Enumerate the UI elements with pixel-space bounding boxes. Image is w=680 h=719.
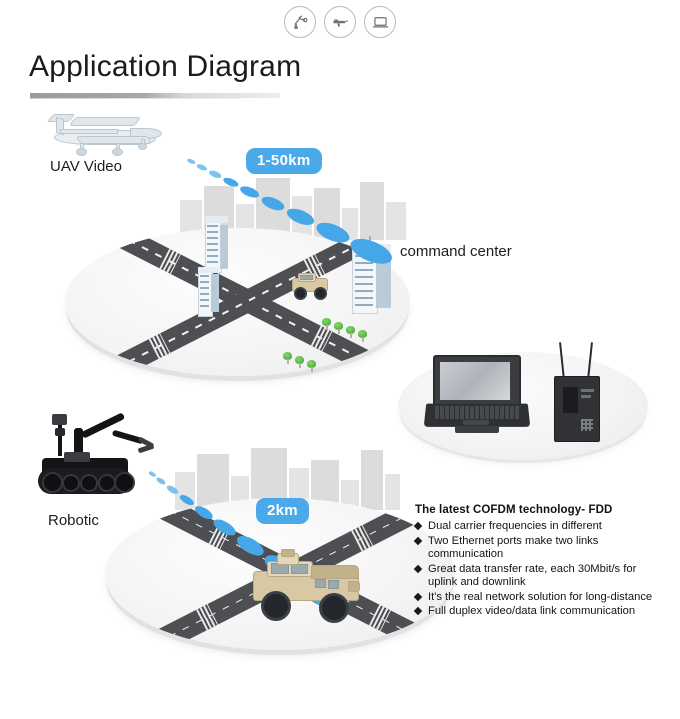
feature-item-text: Great data transfer rate, each 30Mbit/s … — [428, 562, 637, 588]
weapon-icon[interactable] — [324, 6, 356, 38]
feature-item: Full duplex video/data link communicatio… — [413, 605, 667, 618]
robotic-label: Robotic — [48, 512, 99, 529]
diamond-bullet-icon — [413, 592, 423, 601]
armored-vehicle — [253, 549, 368, 623]
page-title: Application Diagram — [29, 50, 302, 83]
rugged-laptop — [423, 355, 533, 435]
title-underline — [30, 93, 280, 99]
diamond-bullet-icon — [413, 564, 423, 573]
cofdm-receiver-unit — [548, 341, 604, 442]
antenna — [559, 341, 566, 381]
feature-list: The latest COFDM technology- FDD Dual ca… — [413, 504, 667, 620]
feature-items: Dual carrier frequencies in different Tw… — [413, 520, 667, 618]
feature-item-text: It's the real network solution for long-… — [428, 590, 653, 603]
application-diagram-page: Application Diagram 1-50km UAV Video com… — [0, 0, 680, 719]
uav-aircraft — [44, 108, 184, 160]
feature-item: Great data transfer rate, each 30Mbit/s … — [413, 562, 667, 589]
distance-badge-bottom: 2km — [256, 498, 309, 524]
feature-item: It's the real network solution for long-… — [413, 590, 667, 604]
diamond-bullet-icon — [413, 606, 423, 616]
top-icon-bar — [0, 6, 680, 38]
robotic-arm-icon[interactable] — [284, 6, 316, 38]
feature-item: Dual carrier frequencies in different — [413, 520, 667, 533]
diamond-bullet-icon — [413, 521, 423, 531]
uav-video-label: UAV Video — [50, 158, 122, 175]
feature-heading: The latest COFDM technology- FDD — [415, 504, 613, 516]
feature-item-text: Dual carrier frequencies in different — [428, 520, 602, 532]
command-center-label: command center — [400, 243, 512, 260]
diamond-bullet-icon — [413, 536, 423, 545]
laptop-icon[interactable] — [364, 6, 396, 38]
feature-item-text: Two Ethernet ports make two links commun… — [428, 534, 599, 560]
distance-badge-top: 1-50km — [246, 148, 322, 174]
antenna — [587, 341, 594, 381]
feature-item-text: Full duplex video/data link communicatio… — [428, 605, 636, 618]
feature-item: Two Ethernet ports make two links commun… — [413, 534, 667, 561]
